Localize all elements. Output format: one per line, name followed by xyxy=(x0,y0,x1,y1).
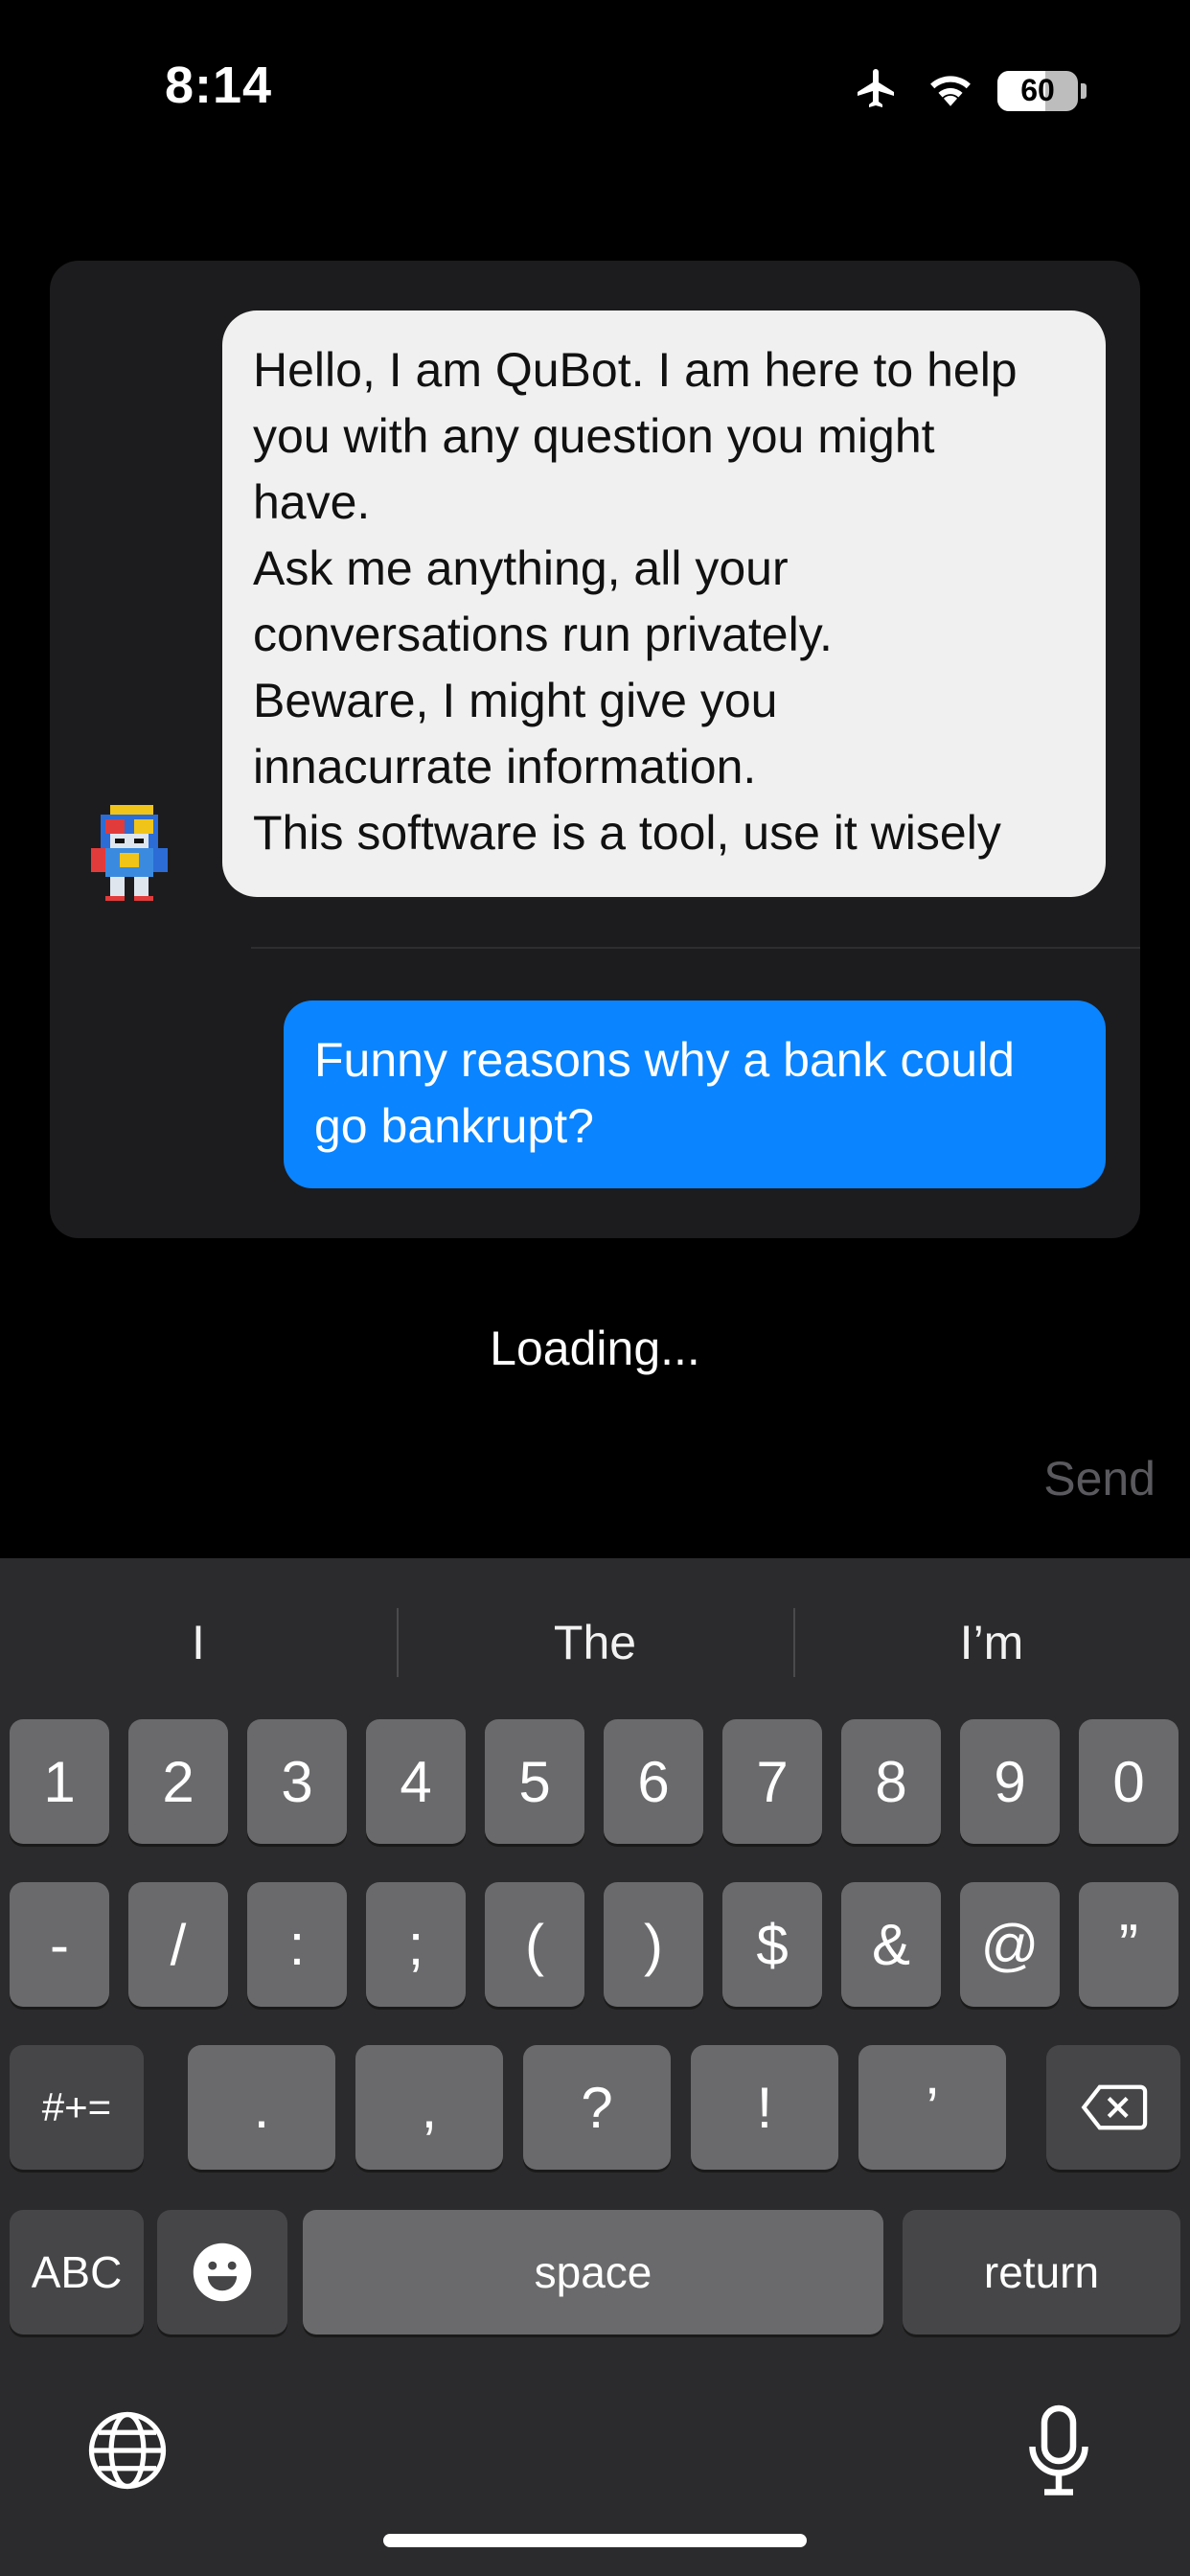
bot-avatar xyxy=(86,805,172,901)
key-row1-0[interactable]: 1 xyxy=(10,1719,109,1844)
loading-indicator: Loading... xyxy=(490,1322,700,1375)
bot-message-line: conversations run privately. xyxy=(253,608,833,661)
key-row3-3[interactable]: ! xyxy=(691,2045,838,2170)
status-bar: 8:14 60 xyxy=(0,0,1190,172)
battery-level: 60 xyxy=(1020,73,1055,107)
delete-key[interactable] xyxy=(1046,2045,1180,2170)
key-row1-4[interactable]: 5 xyxy=(485,1719,584,1844)
bot-message-bubble: Hello, I am QuBot. I am here to help you… xyxy=(222,310,1106,897)
wifi-icon xyxy=(925,67,976,114)
bot-message-line: This software is a tool, use it wisely xyxy=(253,806,1001,860)
key-row1-8[interactable]: 9 xyxy=(960,1719,1060,1844)
emoji-icon xyxy=(193,2242,252,2302)
status-time: 8:14 xyxy=(165,57,273,114)
home-indicator xyxy=(383,2534,807,2547)
bot-message-line: Hello, I am QuBot. I am here to help xyxy=(253,343,1018,397)
battery-icon: 60 xyxy=(997,70,1087,111)
bot-message-line: have. xyxy=(253,475,371,529)
key-row2-2[interactable]: : xyxy=(247,1882,347,2007)
bot-message-line: Beware, I might give you xyxy=(253,674,778,727)
key-row3-4[interactable]: ’ xyxy=(858,2045,1006,2170)
key-row2-1[interactable]: / xyxy=(128,1882,228,2007)
battery-tip xyxy=(1081,82,1087,99)
suggestion-bar: I The I’m xyxy=(0,1595,1190,1690)
globe-icon[interactable] xyxy=(84,2407,171,2494)
key-row2-6[interactable]: $ xyxy=(722,1882,822,2007)
airplane-icon xyxy=(850,65,904,116)
status-icons: 60 xyxy=(850,65,1087,116)
suggestion-item[interactable]: I xyxy=(0,1595,397,1690)
chat-card: Hello, I am QuBot. I am here to help you… xyxy=(50,261,1140,1238)
message-divider xyxy=(251,947,1140,949)
key-row3-2[interactable]: ? xyxy=(523,2045,671,2170)
key-row2-5[interactable]: ) xyxy=(604,1882,703,2007)
key-row2-3[interactable]: ; xyxy=(366,1882,466,2007)
key-row2-7[interactable]: & xyxy=(841,1882,941,2007)
battery-body: 60 xyxy=(997,70,1078,111)
symbols-toggle-key[interactable]: #+= xyxy=(10,2045,144,2170)
key-row3-0[interactable]: . xyxy=(188,2045,335,2170)
key-row2-8[interactable]: @ xyxy=(960,1882,1060,2007)
key-row2-0[interactable]: - xyxy=(10,1882,109,2007)
emoji-key[interactable] xyxy=(157,2210,287,2334)
key-row1-3[interactable]: 4 xyxy=(366,1719,466,1844)
return-key[interactable]: return xyxy=(903,2210,1180,2334)
key-row2-4[interactable]: ( xyxy=(485,1882,584,2007)
key-row1-2[interactable]: 3 xyxy=(247,1719,347,1844)
bot-message-line: innacurrate information. xyxy=(253,740,757,794)
user-message-bubble: Funny reasons why a bank could go bankru… xyxy=(284,1000,1106,1188)
send-button[interactable]: Send xyxy=(1043,1451,1156,1506)
key-row1-7[interactable]: 8 xyxy=(841,1719,941,1844)
bot-message-line: you with any question you might xyxy=(253,409,935,463)
key-row3-1[interactable]: , xyxy=(355,2045,503,2170)
backspace-icon xyxy=(1081,2084,1148,2130)
key-row1-1[interactable]: 2 xyxy=(128,1719,228,1844)
bot-message-line: Ask me anything, all your xyxy=(253,541,789,595)
key-row2-9[interactable]: ” xyxy=(1079,1882,1179,2007)
suggestion-item[interactable]: I’m xyxy=(793,1595,1190,1690)
suggestion-item[interactable]: The xyxy=(397,1595,793,1690)
key-row1-5[interactable]: 6 xyxy=(604,1719,703,1844)
microphone-icon[interactable] xyxy=(1025,2404,1092,2499)
abc-toggle-key[interactable]: ABC xyxy=(10,2210,144,2334)
key-row1-6[interactable]: 7 xyxy=(722,1719,822,1844)
space-key[interactable]: space xyxy=(303,2210,883,2334)
key-row1-9[interactable]: 0 xyxy=(1079,1719,1179,1844)
